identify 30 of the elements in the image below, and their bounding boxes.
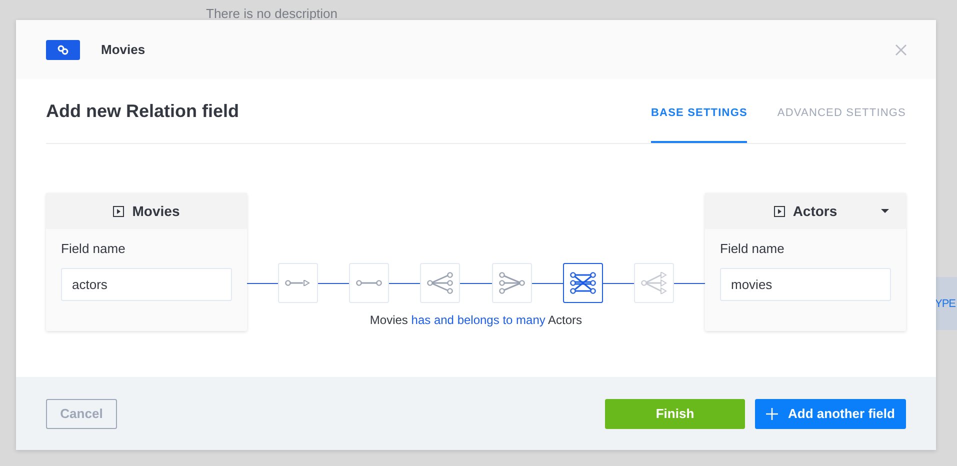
settings-tab[interactable]: ADVANCED SETTINGS	[777, 79, 906, 143]
content-type-name: Movies	[132, 203, 180, 219]
close-icon[interactable]	[895, 44, 907, 56]
modal-header-title: Movies	[101, 42, 146, 57]
modal-title: Add new Relation field	[46, 100, 240, 122]
content-type-icon	[113, 206, 124, 216]
field-label: Field name	[61, 241, 126, 256]
background-button[interactable]: YPE	[935, 277, 957, 330]
field-name-input[interactable]: actors	[61, 268, 232, 301]
relation-icon	[427, 272, 454, 294]
relation-icon	[285, 280, 311, 286]
add-field-button[interactable]: Add another field	[755, 398, 906, 428]
caret-icon	[881, 209, 889, 213]
settings-tab[interactable]: BASE SETTINGS	[650, 79, 748, 143]
field-name-input[interactable]: movies	[720, 268, 891, 301]
cancel-button[interactable]: Cancel	[46, 398, 117, 428]
field-label: Field name	[720, 241, 786, 256]
relation-icon	[498, 272, 525, 294]
link-icon	[46, 40, 80, 60]
finish-button[interactable]: Finish	[605, 398, 745, 428]
relation-type-button[interactable]	[562, 263, 603, 303]
content-type-icon	[774, 206, 785, 216]
content-type-select[interactable]: Actors	[705, 193, 906, 229]
content-type-name: Actors	[792, 203, 838, 219]
plus-icon	[766, 408, 778, 420]
relation-icon	[570, 272, 596, 294]
relation-caption: Movies has and belongs to many Actors	[370, 313, 582, 327]
description-text: There is no description	[205, 5, 339, 21]
relation-icon	[640, 272, 667, 294]
relation-icon	[356, 280, 382, 286]
